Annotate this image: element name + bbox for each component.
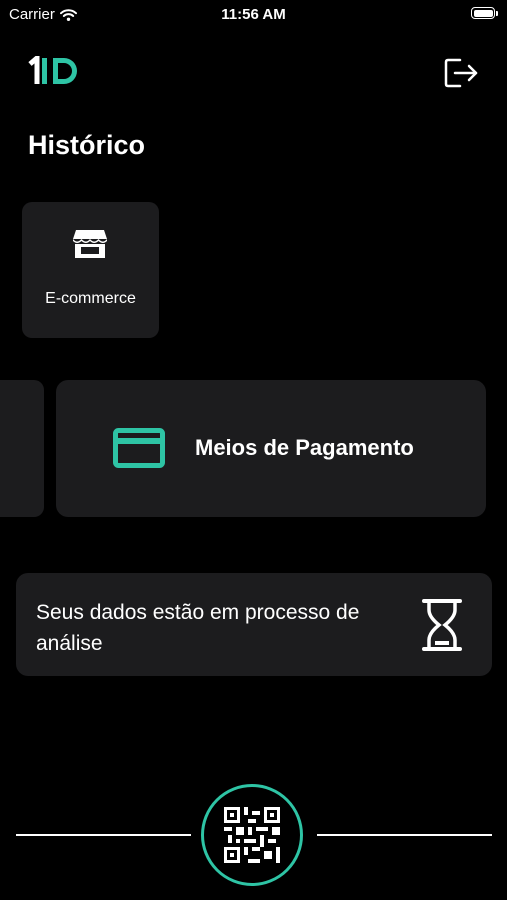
logout-button[interactable]	[443, 56, 479, 90]
analysis-status-message: Seus dados estão em processo de análise	[36, 601, 360, 655]
credit-card-icon	[113, 428, 165, 468]
clock: 11:56 AM	[221, 6, 286, 23]
tab-bar-line-right	[317, 834, 492, 836]
logout-icon	[444, 58, 478, 88]
status-bar: Carrier 11:56 AM	[0, 0, 507, 30]
ecommerce-card[interactable]: E-commerce	[22, 202, 159, 338]
hourglass-icon	[422, 599, 462, 651]
page-title: Histórico	[28, 130, 146, 160]
storefront-icon	[73, 230, 107, 258]
qr-code-button[interactable]	[201, 784, 303, 886]
qr-code-icon	[224, 807, 280, 863]
ecommerce-label: E-commerce	[45, 290, 136, 307]
tab-bar-line-left	[16, 834, 191, 836]
payment-methods-card[interactable]: Meios de Pagamento	[56, 380, 486, 517]
carousel-previous-item[interactable]	[0, 380, 44, 517]
analysis-status-card: Seus dados estão em processo de análise	[16, 573, 492, 676]
payment-methods-label: Meios de Pagamento	[195, 435, 414, 460]
1id-logo	[28, 52, 90, 91]
battery-icon	[471, 7, 498, 19]
